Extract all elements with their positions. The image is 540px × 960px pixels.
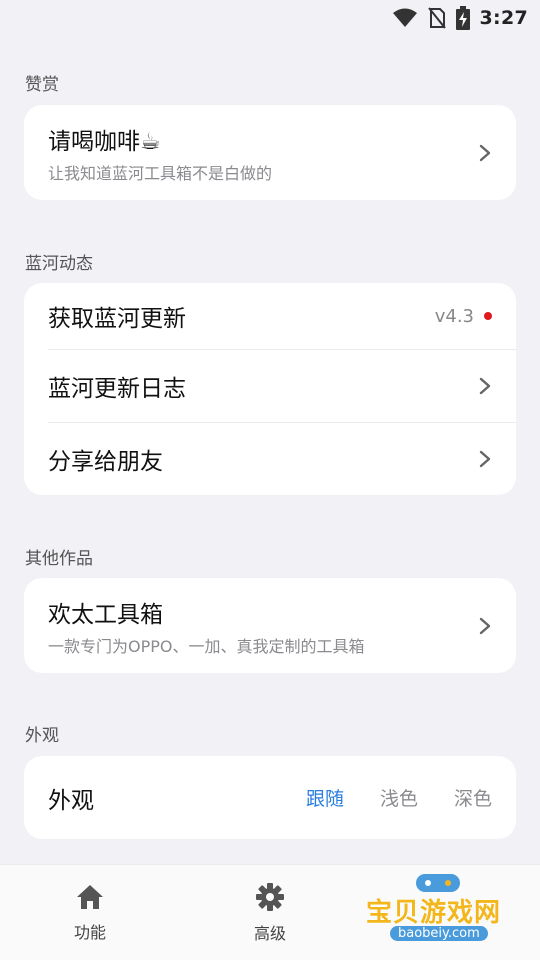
- section-header-donate: 赞赏: [25, 75, 59, 95]
- donate-card: 请喝咖啡☕ 让我知道蓝河工具箱不是白做的: [24, 105, 516, 200]
- heytap-toolbox-subtitle: 一款专门为OPPO、一加、真我定制的工具箱: [48, 636, 365, 656]
- nav-advanced[interactable]: 高级: [210, 882, 330, 944]
- theme-selector: 跟随 浅色 深色: [306, 784, 492, 811]
- wifi-icon: [392, 8, 417, 27]
- update-dot: [484, 312, 492, 320]
- version-badge: v4.3: [434, 305, 474, 327]
- battery-charging-icon: [455, 6, 470, 30]
- no-sim-icon: [427, 7, 446, 29]
- appearance-card: 外观 跟随 浅色 深色: [24, 756, 516, 839]
- gear-icon: [256, 882, 284, 911]
- works-card: 欢太工具箱 一款专门为OPPO、一加、真我定制的工具箱: [24, 578, 516, 673]
- chevron-right-icon: [479, 377, 491, 394]
- buy-coffee-row[interactable]: 请喝咖啡☕ 让我知道蓝河工具箱不是白做的: [24, 105, 516, 200]
- chevron-right-icon: [479, 450, 491, 467]
- heytap-toolbox-row[interactable]: 欢太工具箱 一款专门为OPPO、一加、真我定制的工具箱: [24, 578, 516, 673]
- get-update-title: 获取蓝河更新: [48, 306, 186, 332]
- share-row[interactable]: 分享给朋友: [24, 422, 516, 495]
- changelog-title: 蓝河更新日志: [48, 375, 186, 402]
- theme-option-follow[interactable]: 跟随: [306, 784, 344, 811]
- nav-advanced-label: 高级: [253, 923, 286, 943]
- section-header-works: 其他作品: [25, 549, 93, 569]
- nav-features[interactable]: 功能: [30, 883, 150, 943]
- news-card: 获取蓝河更新 v4.3 蓝河更新日志 分享给朋友: [24, 283, 516, 495]
- status-bar: 3:27: [0, 0, 540, 36]
- heytap-toolbox-title: 欢太工具箱: [48, 601, 163, 628]
- nav-features-label: 功能: [73, 922, 106, 942]
- changelog-row[interactable]: 蓝河更新日志: [24, 349, 516, 422]
- appearance-title: 外观: [48, 787, 94, 814]
- appearance-row: 外观 跟随 浅色 深色: [24, 756, 516, 839]
- get-update-row[interactable]: 获取蓝河更新 v4.3: [24, 283, 516, 349]
- buy-coffee-subtitle: 让我知道蓝河工具箱不是白做的: [48, 163, 273, 183]
- watermark-text: 宝贝游戏网: [366, 898, 502, 928]
- share-title: 分享给朋友: [48, 448, 163, 475]
- theme-option-light[interactable]: 浅色: [380, 784, 418, 811]
- clock: 3:27: [479, 7, 528, 29]
- section-header-appearance: 外观: [25, 726, 59, 746]
- home-icon: [77, 884, 103, 909]
- chevron-right-icon: [479, 617, 491, 634]
- section-header-news: 蓝河动态: [25, 254, 93, 274]
- theme-option-dark[interactable]: 深色: [454, 784, 492, 811]
- watermark-url: baobeiy.com: [390, 926, 488, 941]
- buy-coffee-title: 请喝咖啡☕: [48, 128, 161, 155]
- chevron-right-icon: [479, 144, 491, 161]
- watermark: 宝贝游戏网 baobeiy.com: [362, 868, 512, 954]
